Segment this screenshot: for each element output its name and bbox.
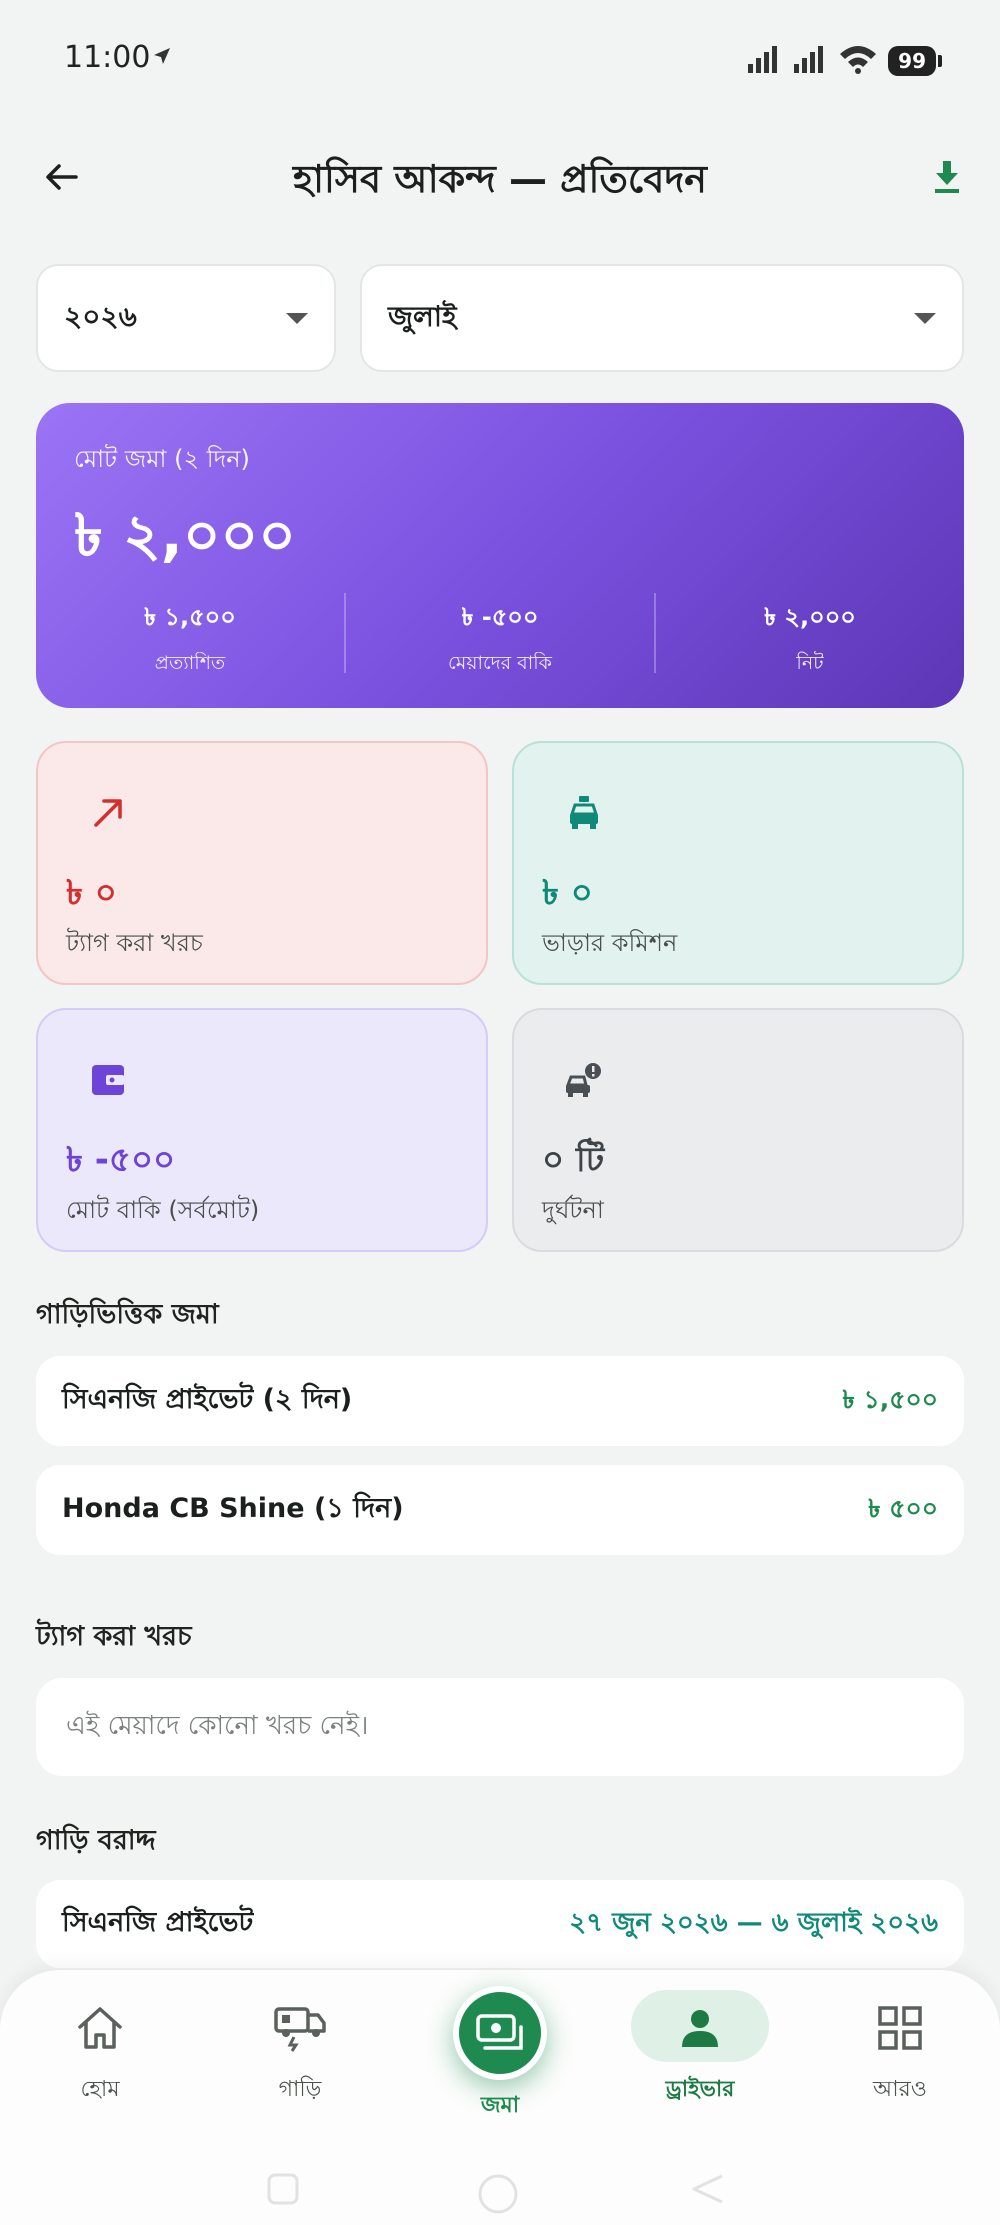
section-title-vehicle-deposits: গাড়িভিত্তিক জমা xyxy=(36,1299,219,1330)
vehicle-amount: ৳ ১,৫০০ xyxy=(842,1384,938,1414)
vehicle-icon xyxy=(272,2000,328,2056)
battery-icon: 99 xyxy=(888,46,942,76)
page-title: হাসিব আকন্দ — প্রতিবেদন xyxy=(292,157,707,201)
year-select[interactable]: ২০২৬ xyxy=(36,264,336,372)
empty-expenses-message: এই মেয়াদে কোনো খরচ নেই। xyxy=(36,1678,964,1776)
stat-value: ৳ ২,০০০ xyxy=(764,603,856,631)
arrow-left-icon xyxy=(46,164,78,190)
caret-down-icon xyxy=(914,312,936,324)
nav-item-more[interactable]: আরও xyxy=(800,1970,1000,2120)
summary-total: ৳ ২,০০০ xyxy=(74,501,296,569)
triangle-back-icon xyxy=(692,2174,723,2204)
tile-label: মোট বাকি (সর্বমোট) xyxy=(66,1196,260,1224)
bottom-navigation: হোম গাড়ি জমা ড্রাইভার আরও xyxy=(0,1970,1000,2120)
taxi-icon xyxy=(558,787,610,839)
summary-label: মোট জমা (২ দিন) xyxy=(74,445,250,473)
signal-icon xyxy=(746,44,782,78)
stat-label: মেয়াদের বাকি xyxy=(448,652,552,674)
car-crash-icon xyxy=(558,1054,610,1106)
tile-label: ভাড়ার কমিশন xyxy=(542,929,678,957)
tile-value: ৳ -৫০০ xyxy=(66,1140,176,1180)
back-button[interactable] xyxy=(36,152,86,202)
stat-expected: ৳ ১,৫০০ প্রত্যাশিত xyxy=(36,593,344,674)
nav-item-driver[interactable]: ড্রাইভার xyxy=(600,1970,800,2120)
tile-accident[interactable]: ০ টি দুর্ঘটনা xyxy=(512,1008,964,1252)
nav-item-deposit[interactable]: জমা xyxy=(400,1970,600,2120)
caret-down-icon xyxy=(286,312,308,324)
tile-fare-commission[interactable]: ৳ ০ ভাড়ার কমিশন xyxy=(512,741,964,985)
nav-label: হোম xyxy=(80,2077,120,2102)
stat-value: ৳ ১,৫০০ xyxy=(144,603,236,631)
stat-label: প্রত্যাশিত xyxy=(154,652,226,674)
month-value: জুলাই xyxy=(388,299,457,333)
circle-icon xyxy=(478,2174,518,2214)
stat-label: নিট xyxy=(796,652,824,674)
vehicle-deposit-row[interactable]: Honda CB Shine (১ দিন) ৳ ৫০০ xyxy=(36,1465,964,1555)
tile-value: ৳ ০ xyxy=(542,873,593,913)
vehicle-deposit-row[interactable]: সিএনজি প্রাইভেট (২ দিন) ৳ ১,৫০০ xyxy=(36,1356,964,1446)
tile-tagged-expense[interactable]: ৳ ০ ট্যাগ করা খরচ xyxy=(36,741,488,985)
tile-label: দুর্ঘটনা xyxy=(542,1196,604,1224)
tile-value: ০ টি xyxy=(542,1140,605,1180)
deposit-icon xyxy=(476,2014,523,2050)
vehicle-name: সিএনজি প্রাইভেট (২ দিন) xyxy=(62,1383,353,1415)
allocation-period: ২৭ জুন ২০২৬ — ৬ জুলাই ২০২৬ xyxy=(569,1908,938,1938)
section-title-tagged-expenses: ট্যাগ করা খরচ xyxy=(36,1621,192,1652)
system-navigation-bar xyxy=(0,2120,1000,2225)
signal-icon xyxy=(792,44,828,78)
status-icons: 99 xyxy=(746,44,942,78)
status-bar: 11:00 99 xyxy=(0,0,1000,120)
tile-total-due[interactable]: ৳ -৫০০ মোট বাকি (সর্বমোট) xyxy=(36,1008,488,1252)
allocation-vehicle-name: সিএনজি প্রাইভেট xyxy=(62,1906,254,1938)
grid-icon xyxy=(872,2000,928,2056)
year-value: ২০২৬ xyxy=(64,299,137,333)
tile-value: ৳ ০ xyxy=(66,873,117,913)
person-icon xyxy=(672,2000,728,2056)
allocation-row[interactable]: সিএনজি প্রাইভেট ২৭ জুন ২০২৬ — ৬ জুলাই ২০… xyxy=(36,1880,964,1968)
vehicle-amount: ৳ ৫০০ xyxy=(868,1493,938,1523)
trending-up-icon xyxy=(82,787,134,839)
summary-stats: ৳ ১,৫০০ প্রত্যাশিত ৳ -৫০০ মেয়াদের বাকি … xyxy=(36,593,964,674)
stat-value: ৳ -৫০০ xyxy=(461,603,539,631)
home-icon xyxy=(72,2000,128,2056)
download-button[interactable] xyxy=(922,152,972,202)
location-arrow-icon xyxy=(152,46,172,70)
app-bar: হাসিব আকন্দ — প্রতিবেদন xyxy=(0,130,1000,220)
wifi-icon xyxy=(838,44,878,78)
nav-item-vehicles[interactable]: গাড়ি xyxy=(200,1970,400,2120)
summary-card: মোট জমা (২ দিন) ৳ ২,০০০ ৳ ১,৫০০ প্রত্যাশ… xyxy=(36,403,964,708)
wallet-icon xyxy=(82,1054,134,1106)
nav-item-home[interactable]: হোম xyxy=(0,1970,200,2120)
tile-label: ট্যাগ করা খরচ xyxy=(66,929,203,957)
square-icon xyxy=(267,2173,299,2205)
status-time: 11:00 xyxy=(64,40,151,75)
deposit-fab[interactable] xyxy=(453,1986,547,2080)
vehicle-name: Honda CB Shine (১ দিন) xyxy=(62,1492,404,1524)
section-title-vehicle-allocation: গাড়ি বরাদ্দ xyxy=(36,1825,156,1856)
nav-label: ড্রাইভার xyxy=(665,2077,735,2102)
recents-button[interactable] xyxy=(266,2172,300,2210)
download-icon xyxy=(935,161,959,193)
stat-net: ৳ ২,০০০ নিট xyxy=(654,593,964,674)
home-system-button[interactable] xyxy=(476,2172,520,2220)
back-system-button[interactable] xyxy=(690,2172,726,2210)
month-select[interactable]: জুলাই xyxy=(360,264,964,372)
stat-period-due: ৳ -৫০০ মেয়াদের বাকি xyxy=(344,593,654,674)
nav-label: গাড়ি xyxy=(278,2077,322,2102)
nav-label: আরও xyxy=(873,2077,927,2102)
